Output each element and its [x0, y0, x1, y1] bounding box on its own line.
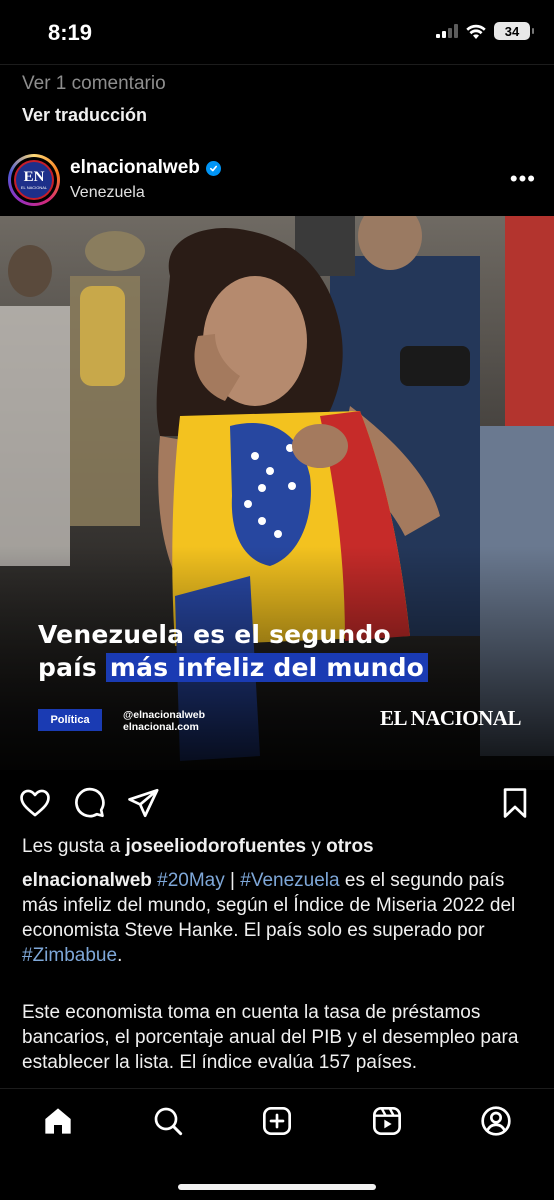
status-bar: 8:19 34 — [0, 0, 554, 62]
wifi-icon — [466, 24, 486, 39]
post-caption: elnacionalweb #20May | #Venezuela es el … — [22, 868, 542, 968]
post-username[interactable]: elnacionalweb — [70, 157, 200, 179]
plus-square-icon[interactable] — [261, 1105, 293, 1137]
post-photo-illustration — [0, 216, 554, 770]
more-options-icon[interactable]: ••• — [510, 166, 536, 192]
view-comments-link[interactable]: Ver 1 comentario — [22, 73, 166, 95]
post-username-row: elnacionalweb — [70, 157, 221, 179]
comment-icon[interactable] — [72, 786, 106, 820]
likes-others[interactable]: otros — [326, 836, 374, 857]
heart-icon[interactable] — [18, 786, 52, 820]
headline-line-2: país más infeliz del mundo — [38, 651, 429, 684]
caption-text-end: . — [117, 945, 123, 966]
caption-username[interactable]: elnacionalweb — [22, 870, 152, 891]
avatar-logo: EN EL NACIONAL — [14, 160, 54, 200]
home-indicator[interactable] — [178, 1184, 376, 1190]
profile-icon[interactable] — [480, 1105, 512, 1137]
hashtag-20may[interactable]: #20May — [157, 870, 225, 891]
status-icons: 34 — [436, 22, 534, 40]
image-website: elnacional.com — [123, 721, 199, 733]
see-translation-link[interactable]: Ver traducción — [22, 105, 147, 126]
divider — [0, 64, 554, 65]
likes-summary: Les gusta a joseeliodorofuentes y otros — [22, 836, 374, 858]
post-location[interactable]: Venezuela — [70, 184, 145, 202]
caption-separator: | — [224, 870, 241, 891]
search-icon[interactable] — [152, 1105, 184, 1137]
home-icon[interactable] — [42, 1105, 74, 1137]
avatar-story-ring[interactable]: EN EL NACIONAL — [8, 154, 60, 206]
avatar-logo-subtext: EL NACIONAL — [20, 185, 48, 190]
likes-user[interactable]: joseeliodorofuentes — [126, 836, 307, 857]
headline-line-1: Venezuela es el segundo — [38, 620, 391, 649]
likes-middle: y — [306, 836, 327, 857]
brand-logo: EL NACIONAL — [380, 706, 521, 730]
post-header: EN EL NACIONAL elnacionalweb Venezuela •… — [0, 150, 554, 212]
caption-paragraph-2: Este economista toma en cuenta la tasa d… — [22, 1002, 519, 1073]
likes-prefix: Les gusta a — [22, 836, 126, 857]
image-handles: @elnacionalweb elnacional.com — [123, 709, 205, 733]
hashtag-zimbabue[interactable]: #Zimbabue — [22, 945, 117, 966]
avatar-logo-text: EN — [23, 169, 45, 185]
signal-icon — [436, 24, 458, 38]
post-image-headline: Venezuela es el segundo país más infeliz… — [38, 618, 429, 684]
bookmark-icon[interactable] — [498, 786, 532, 820]
avatar[interactable]: EN EL NACIONAL — [11, 157, 57, 203]
post-actions — [0, 784, 554, 824]
verified-badge-icon — [205, 160, 221, 176]
reels-icon[interactable] — [371, 1105, 403, 1137]
headline-highlight-text: más infeliz del mundo — [105, 653, 429, 682]
category-pill: Política — [38, 709, 102, 731]
send-icon[interactable] — [126, 786, 160, 820]
headline-plain-text: país — [38, 653, 106, 682]
post-image[interactable]: Venezuela es el segundo país más infeliz… — [0, 216, 554, 770]
hashtag-venezuela[interactable]: #Venezuela — [240, 870, 339, 891]
battery-indicator: 34 — [494, 22, 534, 40]
status-time: 8:19 — [48, 20, 93, 45]
image-handle: @elnacionalweb — [123, 709, 206, 721]
